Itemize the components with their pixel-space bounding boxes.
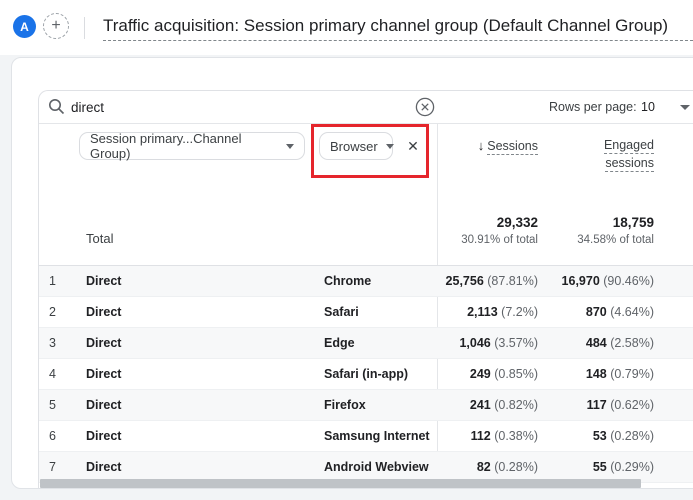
browser-cell: Edge [324, 336, 355, 350]
engaged-percent: (0.28%) [610, 429, 654, 443]
column-header-sessions[interactable]: ↓Sessions [399, 138, 538, 153]
table-row[interactable]: 2 Direct Safari 2,113 (7.2%) 870 (4.64%) [39, 297, 693, 328]
rows-per-page-value[interactable]: 10 [641, 100, 655, 114]
channel-cell: Direct [86, 429, 121, 443]
browser-cell: Firefox [324, 398, 366, 412]
account-avatar[interactable]: A [13, 15, 36, 38]
engaged-header-line2[interactable]: sessions [605, 156, 654, 172]
sessions-value: 241 [470, 398, 491, 412]
channel-cell: Direct [86, 398, 121, 412]
engaged-cell: 148 (0.79%) [515, 367, 654, 381]
sessions-value: 249 [470, 367, 491, 381]
table-row[interactable]: 4 Direct Safari (in-app) 249 (0.85%) 148… [39, 359, 693, 390]
sessions-value: 82 [477, 460, 491, 474]
engaged-value: 148 [586, 367, 607, 381]
search-input[interactable] [71, 96, 401, 118]
engaged-value: 53 [593, 429, 607, 443]
table-row[interactable]: 5 Direct Firefox 241 (0.82%) 117 (0.62%) [39, 390, 693, 421]
column-header-engaged-sessions[interactable]: Engaged sessions [534, 136, 654, 172]
secondary-dimension-dropdown[interactable]: Browser [319, 132, 393, 160]
clear-search-icon[interactable] [415, 97, 435, 117]
channel-cell: Direct [86, 305, 121, 319]
browser-cell: Safari [324, 305, 359, 319]
row-index: 2 [39, 305, 56, 319]
total-engaged-value: 18,759 [515, 215, 654, 230]
engaged-percent: (0.62%) [610, 398, 654, 412]
horizontal-scrollbar[interactable] [40, 479, 641, 488]
header-divider [84, 17, 85, 39]
engaged-cell: 117 (0.62%) [515, 398, 654, 412]
engaged-percent: (0.79%) [610, 367, 654, 381]
engaged-value: 484 [586, 336, 607, 350]
secondary-dimension-label: Browser [330, 139, 378, 154]
engaged-value: 870 [586, 305, 607, 319]
primary-dimension-dropdown[interactable]: Session primary...Channel Group) [79, 132, 305, 160]
channel-cell: Direct [86, 367, 121, 381]
primary-dimension-label: Session primary...Channel Group) [90, 131, 278, 161]
table-card: Rows per page: 10 Session primary...Chan… [38, 90, 693, 488]
table-row[interactable]: 3 Direct Edge 1,046 (3.57%) 484 (2.58%) [39, 328, 693, 359]
toolbar-divider [39, 123, 693, 124]
engaged-value: 16,970 [562, 274, 600, 288]
browser-cell: Chrome [324, 274, 371, 288]
sessions-value: 25,756 [446, 274, 484, 288]
engaged-cell: 53 (0.28%) [515, 429, 654, 443]
engaged-value: 55 [593, 460, 607, 474]
engaged-percent: (0.29%) [610, 460, 654, 474]
sort-descending-icon: ↓ [478, 138, 485, 153]
engaged-cell: 16,970 (90.46%) [515, 274, 654, 288]
app-header: A + Traffic acquisition: Session primary… [0, 0, 693, 55]
engaged-cell: 870 (4.64%) [515, 305, 654, 319]
total-engaged: 18,759 34.58% of total [515, 215, 654, 246]
engaged-value: 117 [587, 398, 607, 412]
engaged-cell: 55 (0.29%) [515, 460, 654, 474]
engaged-header-line1[interactable]: Engaged [604, 138, 654, 154]
channel-cell: Direct [86, 274, 121, 288]
total-engaged-percent: 34.58% of total [515, 234, 654, 246]
sessions-header-label[interactable]: Sessions [487, 139, 538, 155]
engaged-percent: (2.58%) [610, 336, 654, 350]
channel-cell: Direct [86, 460, 121, 474]
add-comparison-button[interactable]: + [43, 13, 69, 39]
browser-cell: Safari (in-app) [324, 367, 408, 381]
engaged-percent: (4.64%) [610, 305, 654, 319]
table-toolbar: Rows per page: 10 [39, 91, 693, 123]
row-index: 1 [39, 274, 56, 288]
table-body: 1 Direct Chrome 25,756 (87.81%) 16,970 (… [39, 266, 693, 483]
channel-cell: Direct [86, 336, 121, 350]
rows-per-page-label: Rows per page: [549, 100, 637, 114]
sessions-value: 112 [471, 429, 491, 443]
chevron-down-icon [286, 144, 294, 149]
table-row[interactable]: 6 Direct Samsung Internet 112 (0.38%) 53… [39, 421, 693, 452]
engaged-cell: 484 (2.58%) [515, 336, 654, 350]
ga4-report-screen: A + Traffic acquisition: Session primary… [0, 0, 693, 500]
page-title[interactable]: Traffic acquisition: Session primary cha… [103, 16, 693, 36]
sessions-value: 1,046 [459, 336, 490, 350]
engaged-percent: (90.46%) [603, 274, 654, 288]
sessions-value: 2,113 [467, 305, 498, 319]
table-row[interactable]: 1 Direct Chrome 25,756 (87.81%) 16,970 (… [39, 266, 693, 297]
chevron-down-icon [386, 144, 394, 149]
row-index: 7 [39, 460, 56, 474]
row-index: 6 [39, 429, 56, 443]
rows-per-page-caret-icon[interactable] [680, 105, 690, 110]
row-index: 4 [39, 367, 56, 381]
total-row-label: Total [86, 231, 113, 246]
row-index: 5 [39, 398, 56, 412]
search-icon [48, 98, 65, 115]
title-dashed-underline [103, 40, 693, 41]
row-index: 3 [39, 336, 56, 350]
